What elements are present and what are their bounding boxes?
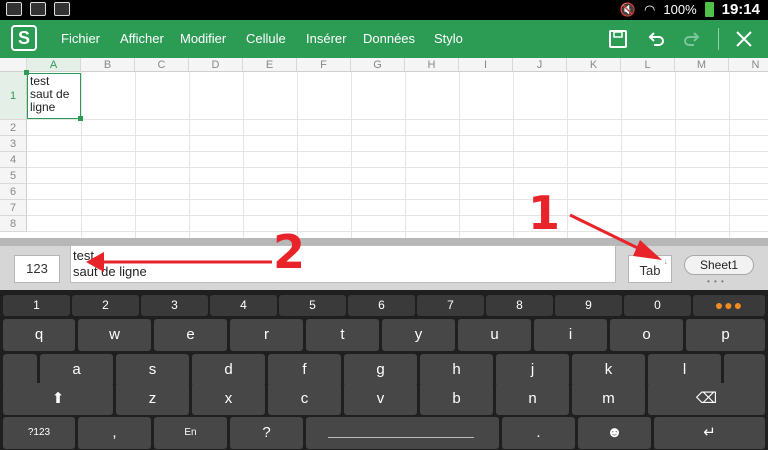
key-t[interactable]: t	[306, 319, 379, 351]
comma-key[interactable]: ,	[78, 417, 151, 449]
key-j[interactable]: j	[496, 354, 569, 386]
key-3[interactable]: 3	[141, 295, 208, 316]
enter-icon: ↵	[703, 424, 716, 441]
key-s[interactable]: s	[116, 354, 189, 386]
emoji-icon: ☻	[606, 424, 623, 441]
annotation-label-2: 2	[273, 225, 306, 279]
more-dots-icon: ●●●	[714, 297, 744, 313]
key-r[interactable]: r	[230, 319, 303, 351]
more-options-key[interactable]: ●●●	[693, 295, 765, 316]
period-key[interactable]: .	[502, 417, 575, 449]
symbols-key[interactable]: ?123	[3, 417, 75, 449]
screen: 🔇 ◠ 100% 19:14 S Fichier Afficher Modifi…	[0, 0, 768, 450]
enter-key[interactable]: ↵	[654, 417, 765, 449]
key-y[interactable]: y	[382, 319, 455, 351]
question-key[interactable]: ?	[230, 417, 303, 449]
key-blank-left[interactable]	[3, 354, 37, 386]
key-0[interactable]: 0	[624, 295, 691, 316]
key-o[interactable]: o	[610, 319, 683, 351]
key-d[interactable]: d	[192, 354, 265, 386]
space-key[interactable]	[306, 417, 499, 449]
emoji-key[interactable]: ☻	[578, 417, 651, 449]
key-x[interactable]: x	[192, 383, 265, 415]
key-1[interactable]: 1	[3, 295, 70, 316]
key-5[interactable]: 5	[279, 295, 346, 316]
language-key[interactable]: En	[154, 417, 227, 449]
key-u[interactable]: u	[458, 319, 531, 351]
key-b[interactable]: b	[420, 383, 493, 415]
key-4[interactable]: 4	[210, 295, 277, 316]
shift-icon: ⬆	[51, 390, 65, 407]
key-m[interactable]: m	[572, 383, 645, 415]
key-blank-right[interactable]	[724, 354, 765, 386]
annotation-arrowhead-1	[633, 240, 662, 260]
key-g[interactable]: g	[344, 354, 417, 386]
key-v[interactable]: v	[344, 383, 417, 415]
key-7[interactable]: 7	[417, 295, 484, 316]
key-h[interactable]: h	[420, 354, 493, 386]
key-e[interactable]: e	[154, 319, 227, 351]
annotation-arrowhead-2	[86, 252, 104, 272]
key-c[interactable]: c	[268, 383, 341, 415]
key-q[interactable]: q	[3, 319, 75, 351]
backspace-icon: ⌫	[695, 390, 718, 407]
on-screen-keyboard: 1 2 3 4 5 6 7 8 9 0 ●●● q w e r t y u i …	[0, 290, 768, 450]
key-n[interactable]: n	[496, 383, 569, 415]
key-8[interactable]: 8	[486, 295, 553, 316]
key-a[interactable]: a	[40, 354, 113, 386]
key-f[interactable]: f	[268, 354, 341, 386]
space-bar-indicator	[328, 437, 474, 438]
key-i[interactable]: i	[534, 319, 607, 351]
key-9[interactable]: 9	[555, 295, 622, 316]
key-l[interactable]: l	[648, 354, 721, 386]
key-p[interactable]: p	[686, 319, 765, 351]
backspace-key[interactable]: ⌫	[648, 383, 765, 415]
key-w[interactable]: w	[78, 319, 151, 351]
key-k[interactable]: k	[572, 354, 645, 386]
shift-key[interactable]: ⬆	[3, 383, 113, 415]
key-6[interactable]: 6	[348, 295, 415, 316]
annotation-label-1: 1	[528, 186, 561, 240]
key-z[interactable]: z	[116, 383, 189, 415]
key-2[interactable]: 2	[72, 295, 139, 316]
